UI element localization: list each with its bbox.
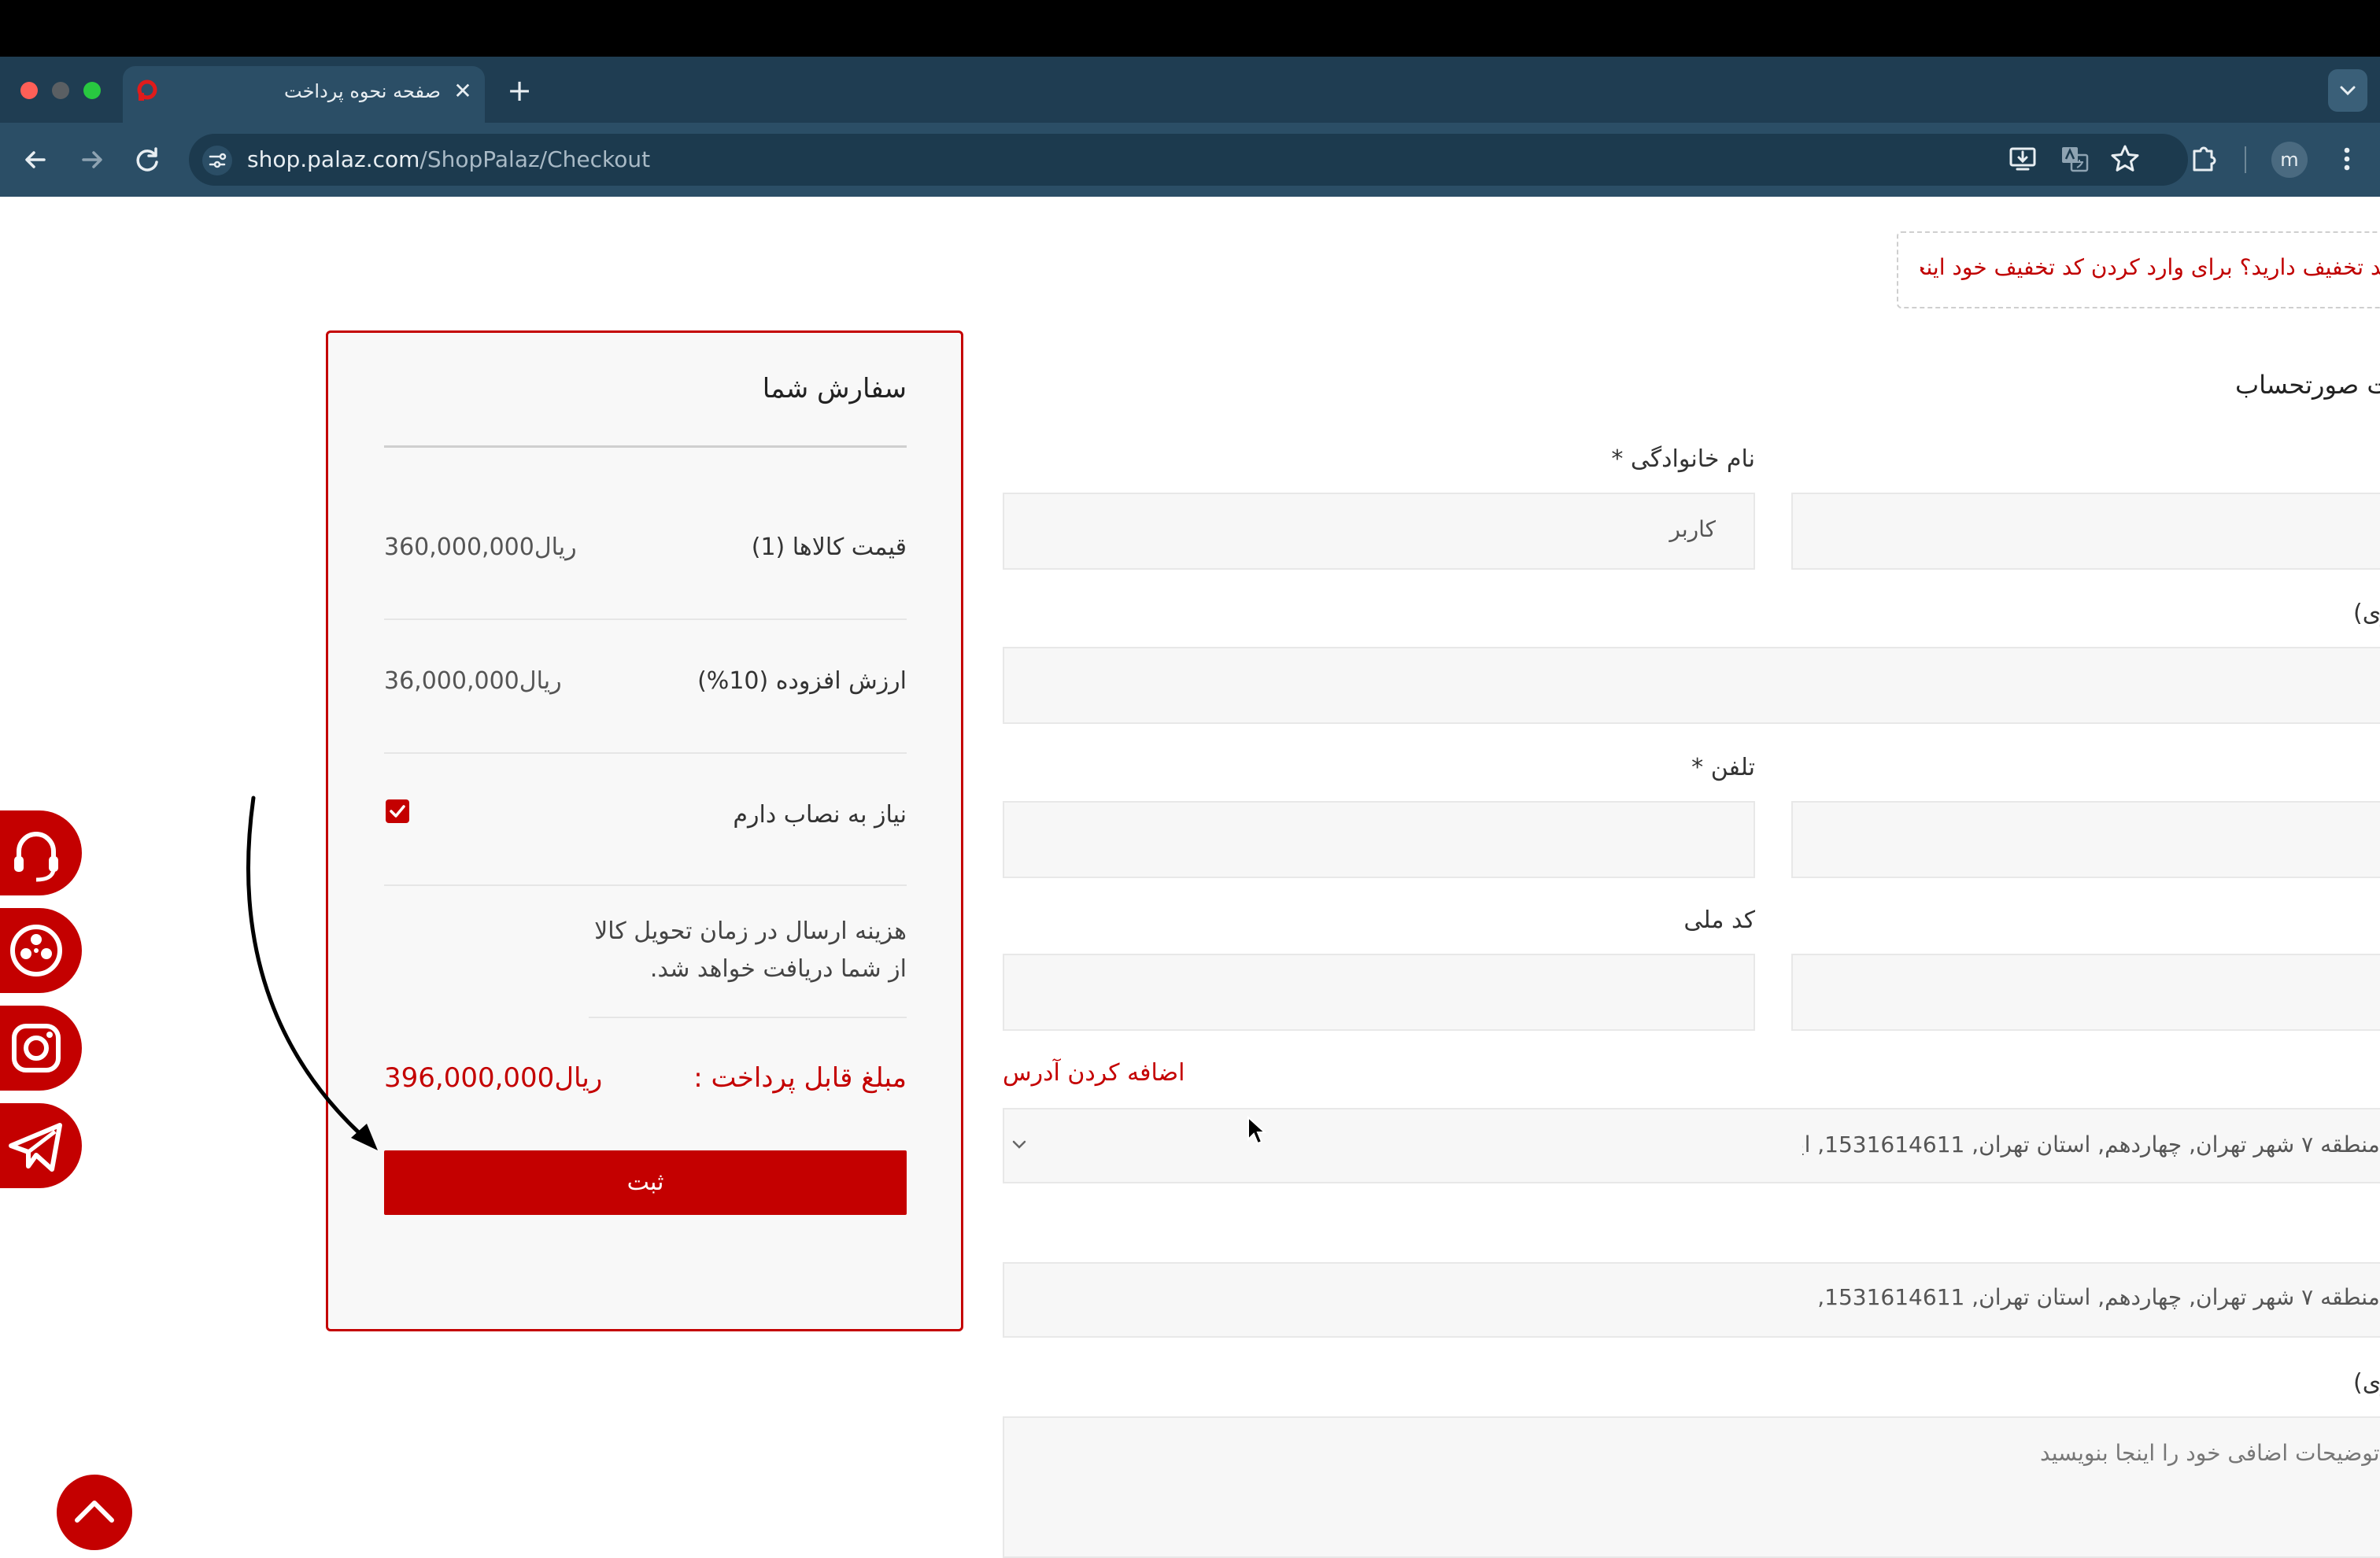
total-value: 396,000,000ریال [384, 1062, 603, 1094]
national-code-input[interactable] [1003, 954, 1755, 1031]
support-button[interactable] [0, 810, 82, 895]
vat-value: 36,000,000ریال [384, 667, 562, 695]
row-divider [384, 618, 907, 620]
window-minimize-button[interactable] [52, 82, 69, 99]
url-path: /ShopPalaz/Checkout [419, 146, 651, 172]
video-button[interactable] [0, 908, 82, 993]
company-input[interactable] [1003, 647, 2380, 724]
last-name-label: نام خانوادگی * [1611, 445, 1755, 473]
add-address-link[interactable]: اضافه کردن آدرس [1003, 1059, 1318, 1087]
window-close-button[interactable] [20, 82, 38, 99]
row-divider [589, 1017, 907, 1018]
company-label: نام شرکت (اختیاری) [2353, 600, 2380, 627]
phone-label: تلفن * [1691, 754, 1755, 781]
install-option-label: نیاز به نصاب دارم [733, 801, 907, 829]
mobile-input[interactable] [1791, 801, 2380, 878]
translate-icon[interactable] [2057, 142, 2092, 176]
telegram-icon [9, 1123, 62, 1172]
forward-arrow-icon[interactable] [74, 142, 110, 178]
billing-section-title: جزئیات صورتحساب [2235, 370, 2380, 400]
url-text[interactable]: shop.palaz.com/ShopPalaz/Checkout [247, 134, 650, 186]
order-notes-label: توضیحات سفارش (اختیاری) [2353, 1369, 2380, 1397]
items-price-label: قیمت کالاها (1) [751, 533, 907, 561]
reload-icon[interactable] [129, 142, 165, 178]
chevron-down-icon [1012, 1140, 1026, 1149]
film-reel-icon [10, 925, 62, 977]
url-host: shop.palaz.com [247, 146, 420, 172]
phone-input[interactable] [1003, 801, 1755, 878]
address-value-wrap: منطقه ۷ شهر تهران, چهاردهم, استان تهران,… [1810, 1278, 2380, 1317]
tab-close-icon[interactable]: ✕ [449, 76, 477, 107]
extensions-puzzle-icon[interactable] [2186, 142, 2221, 176]
mouse-cursor-icon [1247, 1116, 1267, 1145]
back-arrow-icon[interactable] [17, 142, 54, 178]
site-favicon-icon [137, 79, 157, 101]
chevron-up-icon [75, 1501, 114, 1523]
row-divider [384, 752, 907, 754]
new-tab-button[interactable]: + [504, 71, 535, 110]
instagram-button[interactable] [0, 1006, 82, 1091]
window-zoom-button[interactable] [83, 82, 101, 99]
total-label: مبلغ قابل پرداخت : [693, 1062, 907, 1094]
profile-avatar[interactable]: m [2271, 142, 2308, 178]
coupon-link[interactable]: کد تخفیف دارید؟ برای وارد کردن کد تخفیف … [1920, 244, 2380, 291]
shipping-note: هزینه ارسال در زمان تحویل کالا از شما در… [594, 917, 907, 983]
items-price-value: 360,000,000ریال [384, 533, 577, 561]
site-settings-icon[interactable] [201, 145, 233, 176]
last-name-value: کاربر [1669, 516, 1716, 542]
order-title-divider [384, 445, 907, 448]
national-code-label: کد ملی [1683, 906, 1755, 934]
toolbar-divider [2245, 146, 2246, 173]
tab-title: صفحه نحوه پرداخت [284, 80, 441, 102]
first-name-input[interactable] [1791, 493, 2380, 570]
telegram-button[interactable] [0, 1103, 82, 1188]
order-notes-placeholder: توضیحات اضافی خود را اینجا بنویسید [2040, 1440, 2380, 1466]
address-select-value-wrap: منطقه ۷ شهر تهران, چهاردهم, استان تهران,… [1802, 1125, 2380, 1165]
order-notes-placeholder-wrap: توضیحات اضافی خود را اینجا بنویسید [2015, 1434, 2380, 1473]
order-summary-title: سفارش شما [762, 373, 907, 404]
tab-search-button[interactable] [2328, 69, 2367, 112]
kebab-menu-icon[interactable] [2330, 142, 2364, 176]
chevron-down-icon [2340, 86, 2356, 96]
postal-code-input[interactable] [1791, 954, 2380, 1031]
submit-order-button[interactable]: ثبت [384, 1150, 907, 1215]
install-app-icon[interactable] [2005, 142, 2040, 176]
address-value: منطقه ۷ شهر تهران, چهاردهم, استان تهران,… [1810, 1284, 2380, 1310]
instagram-icon [12, 1024, 61, 1073]
vat-label: ارزش افزوده (10%) [697, 667, 907, 695]
scroll-to-top-button[interactable] [57, 1475, 132, 1550]
bookmark-star-icon[interactable] [2108, 142, 2142, 176]
os-menu-bar [0, 0, 2380, 57]
headset-icon [14, 832, 58, 882]
annotation-arrow-icon [246, 796, 378, 1150]
row-divider [384, 884, 907, 886]
address-select-value: منطقه ۷ شهر تهران, چهاردهم, استان تهران,… [1802, 1132, 2380, 1157]
